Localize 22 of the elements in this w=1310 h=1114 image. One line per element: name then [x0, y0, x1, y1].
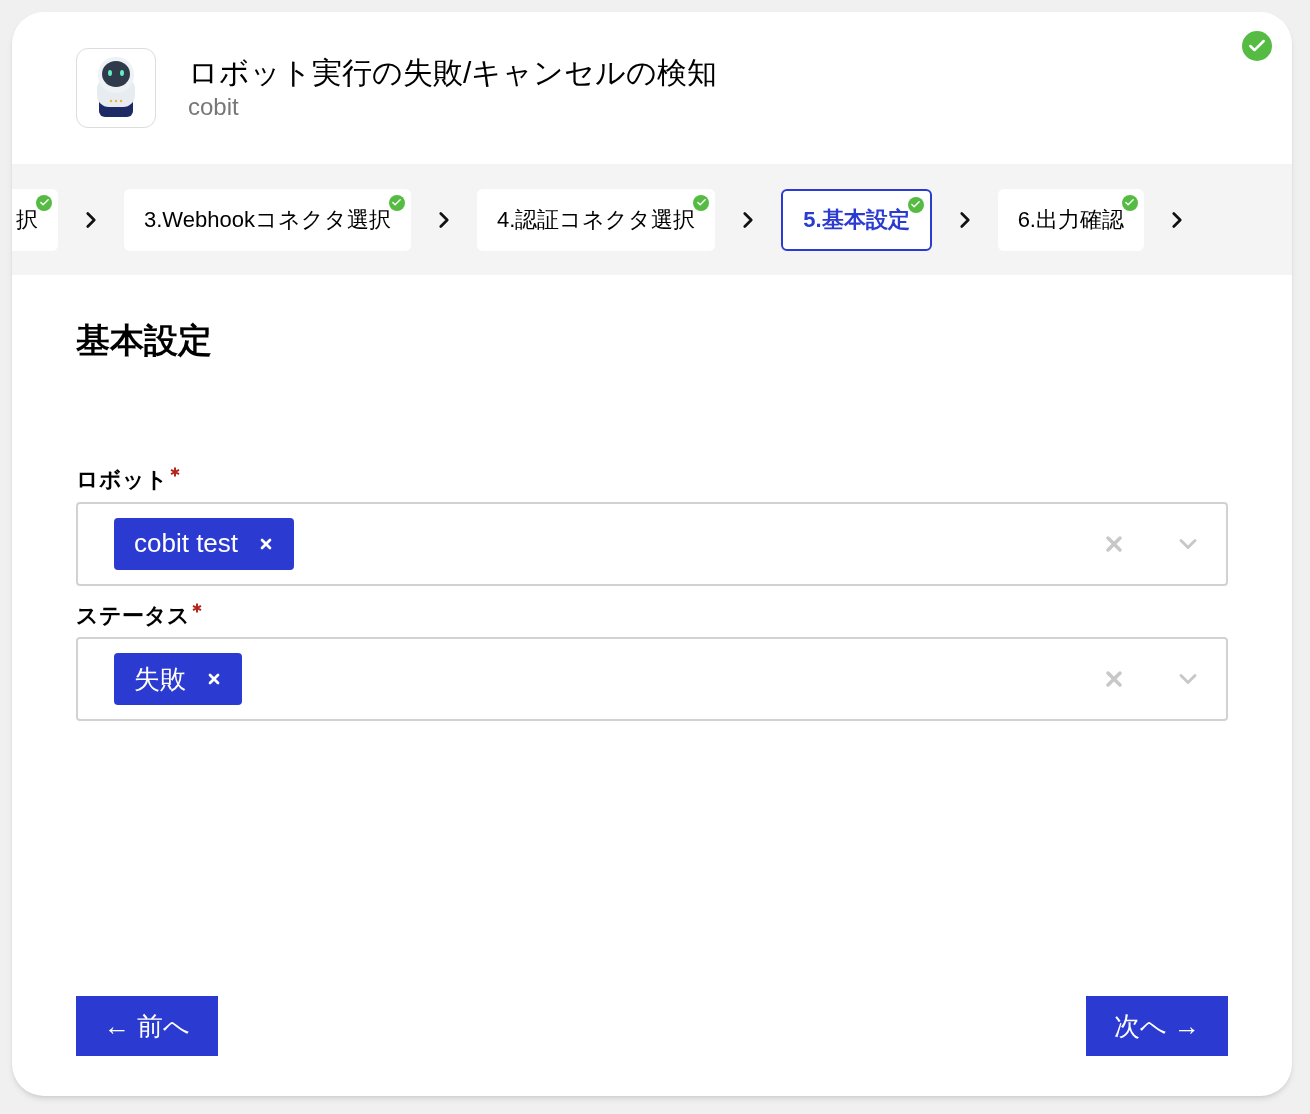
- next-button[interactable]: 次へ →: [1085, 996, 1228, 1056]
- step-check-icon: [693, 194, 710, 211]
- flow-title: ロボット実行の失敗/キャンセルの検知: [188, 55, 718, 92]
- step-tab[interactable]: 4.認証コネクタ選択: [476, 188, 716, 251]
- field-label: ステータス: [76, 601, 190, 629]
- step-check-icon: [388, 194, 405, 211]
- section-title: 基本設定: [76, 320, 212, 361]
- selected-tag: cobit test: [114, 517, 295, 570]
- multi-select-field[interactable]: 失敗: [76, 637, 1228, 721]
- previous-button[interactable]: ← 前へ: [76, 996, 219, 1056]
- field-label: ロボット: [76, 466, 168, 494]
- step-check-icon: [907, 196, 924, 213]
- remove-tag-icon[interactable]: [206, 671, 222, 687]
- step-tab[interactable]: 6.出力確認: [997, 188, 1144, 251]
- flow-subtitle: cobit: [188, 91, 240, 122]
- step-check-icon: [36, 194, 52, 211]
- step-tab[interactable]: 択: [12, 188, 58, 251]
- selected-tag: 失敗: [114, 653, 242, 705]
- step-check-icon: [1122, 194, 1138, 211]
- step-tab[interactable]: 5.基本設定: [781, 188, 932, 251]
- multi-select-field[interactable]: cobit test: [76, 501, 1228, 586]
- step-tab[interactable]: 3.Webhookコネクタ選択: [124, 188, 411, 251]
